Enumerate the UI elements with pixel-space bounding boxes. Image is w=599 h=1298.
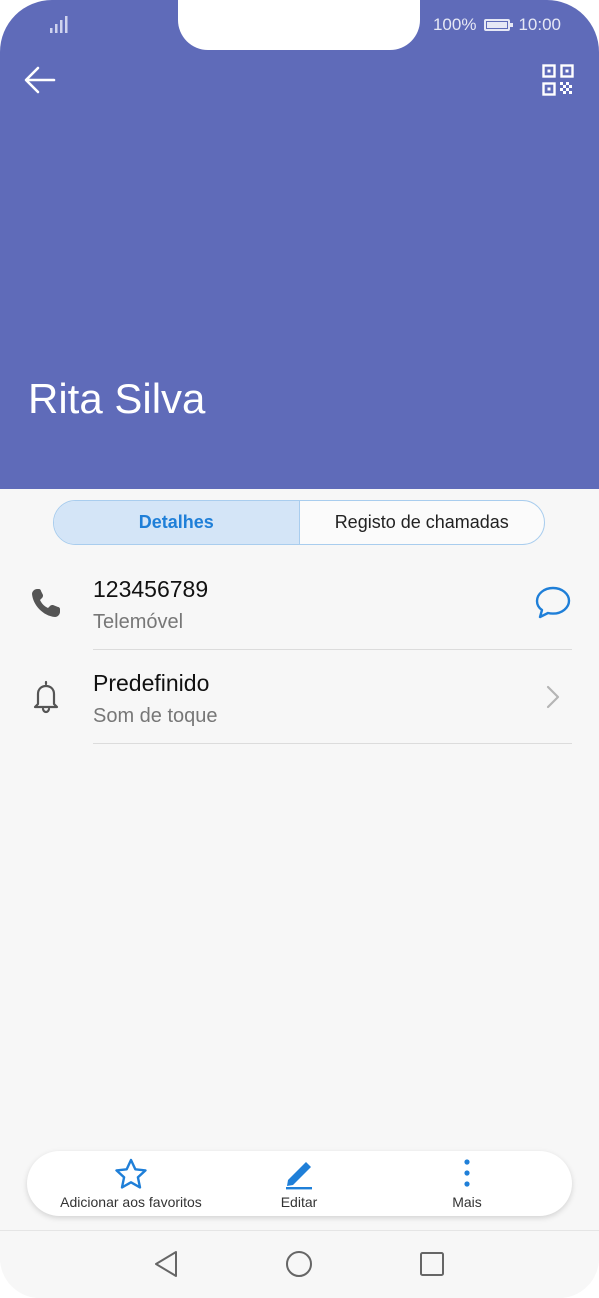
nav-recents-icon[interactable]	[415, 1247, 449, 1281]
ringtone-value: Predefinido	[93, 670, 210, 696]
tab-call-log[interactable]: Registo de chamadas	[300, 501, 545, 544]
tab-details[interactable]: Detalhes	[54, 501, 300, 544]
row-divider	[93, 743, 572, 744]
contact-name: Rita Silva	[28, 375, 206, 422]
phone-number-row[interactable]: 123456789 Telemóvel	[0, 556, 599, 650]
contact-header: 100% 10:00 Rita Silva	[0, 0, 599, 489]
edit-label: Editar	[280, 1194, 318, 1210]
star-icon	[115, 1158, 147, 1189]
edit-button[interactable]: Editar	[259, 1151, 339, 1216]
back-arrow-icon[interactable]	[22, 62, 58, 98]
phone-number: 123456789	[93, 576, 209, 602]
bell-icon	[33, 680, 59, 714]
phone-screen: 100% 10:00 Rita Silva Detalhes Registo d…	[0, 0, 599, 1298]
qr-code-icon[interactable]	[542, 64, 574, 96]
tab-bar: Detalhes Registo de chamadas	[53, 500, 545, 545]
add-favorite-button[interactable]: Adicionar aos favoritos	[45, 1151, 217, 1216]
status-time: 10:00	[518, 15, 561, 34]
pencil-icon	[286, 1162, 312, 1190]
action-bar: Adicionar aos favoritos Editar Mais	[27, 1151, 572, 1216]
phone-icon	[32, 589, 60, 617]
signal-icon	[50, 16, 68, 33]
more-vertical-icon	[464, 1159, 470, 1187]
add-favorite-label: Adicionar aos favoritos	[60, 1194, 202, 1210]
nav-back-icon[interactable]	[149, 1247, 183, 1281]
more-label: Mais	[452, 1194, 482, 1210]
chevron-right-icon	[546, 685, 560, 709]
battery-icon	[484, 19, 514, 31]
notch	[178, 0, 420, 50]
battery-percent: 100%	[432, 15, 477, 34]
more-button[interactable]: Mais	[427, 1151, 507, 1216]
ringtone-label: Som de toque	[93, 705, 218, 727]
message-icon[interactable]	[533, 583, 573, 623]
ringtone-row[interactable]: Predefinido Som de toque	[0, 650, 599, 744]
system-nav-bar	[0, 1230, 599, 1298]
phone-type: Telemóvel	[93, 611, 184, 633]
nav-home-icon[interactable]	[282, 1247, 316, 1281]
status-bar-right: 100% 10:00	[433, 14, 561, 36]
